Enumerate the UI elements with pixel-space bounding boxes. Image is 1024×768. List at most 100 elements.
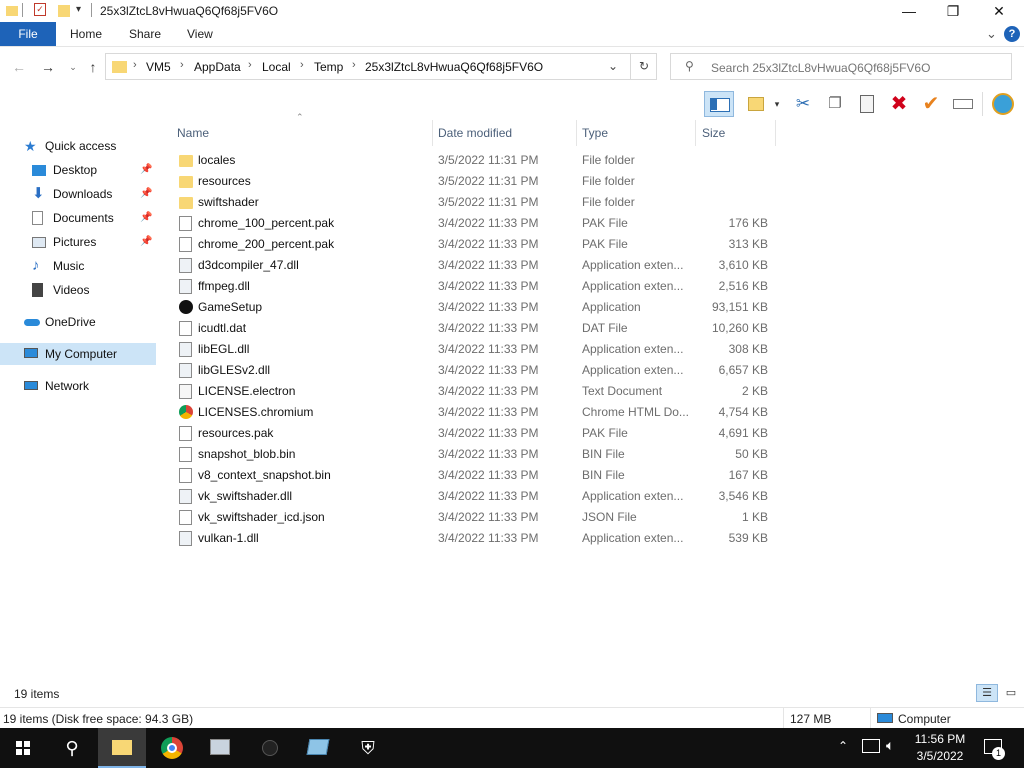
chrome-icon[interactable] (148, 728, 196, 768)
breadcrumb-appdata[interactable]: AppData (194, 60, 241, 74)
tray-chevron-up-icon[interactable]: ⌃ (838, 739, 848, 753)
file-row[interactable]: chrome_100_percent.pak 3/4/2022 11:33 PM P… (172, 213, 776, 234)
address-bar[interactable]: › VM5 › AppData › Local › Temp › 25x3lZt… (105, 53, 657, 80)
nav-my-computer[interactable]: My Computer (0, 343, 156, 365)
dropdown-chevron-icon[interactable]: ▾ (770, 91, 784, 117)
close-button[interactable]: ✕ (976, 0, 1022, 22)
preview-pane-icon[interactable] (704, 91, 734, 117)
column-header-name[interactable]: Name (177, 124, 209, 144)
pin-icon[interactable]: 📌 (140, 231, 152, 253)
tab-view[interactable]: View (187, 22, 213, 46)
file-row[interactable]: libEGL.dll 3/4/2022 11:33 PM Application e… (172, 339, 776, 360)
select-checkmark-icon[interactable]: ✔ (918, 91, 944, 117)
pin-icon[interactable]: 📌 (140, 159, 152, 181)
large-icons-view-icon[interactable]: ▭ (1002, 684, 1020, 702)
network-tray-icon[interactable] (862, 739, 880, 753)
search-box[interactable]: ⚲ (670, 53, 1012, 80)
new-folder-icon[interactable] (58, 5, 70, 17)
file-row[interactable]: swiftshader 3/5/2022 11:31 PM File folder (172, 192, 776, 213)
file-row[interactable]: chrome_200_percent.pak 3/4/2022 11:33 PM P… (172, 234, 776, 255)
copy-icon[interactable]: ❐ (822, 91, 848, 117)
address-dropdown-chevron-icon[interactable]: ⌄ (608, 59, 618, 73)
file-row[interactable]: LICENSES.chromium 3/4/2022 11:33 PM Chrome… (172, 402, 776, 423)
up-arrow-icon[interactable]: ↑ (82, 56, 104, 78)
nav-music[interactable]: ♪ Music (28, 255, 156, 277)
file-row[interactable]: vk_swiftshader_icd.json 3/4/2022 11:33 PM… (172, 507, 776, 528)
file-row[interactable]: vulkan-1.dll 3/4/2022 11:33 PM Application… (172, 528, 776, 549)
column-header-date[interactable]: Date modified (438, 124, 512, 144)
file-date: 3/5/2022 11:31 PM (438, 195, 539, 209)
new-folder-icon[interactable] (744, 91, 770, 117)
search-icon[interactable]: ⚲ (48, 728, 96, 768)
rename-icon[interactable] (950, 91, 976, 117)
file-row[interactable]: locales 3/5/2022 11:31 PM File folder (172, 150, 776, 171)
nav-downloads[interactable]: ⬇ Downloads 📌 (28, 183, 156, 205)
paste-icon[interactable] (854, 91, 880, 117)
recent-locations-chevron-icon[interactable]: ⌄ (62, 56, 84, 78)
tab-file[interactable]: File (0, 22, 56, 46)
clock[interactable]: 11:56 PM 3/5/2022 (905, 731, 975, 765)
breadcrumb-temp[interactable]: Temp (314, 60, 343, 74)
pin-icon[interactable]: 📌 (140, 207, 152, 229)
file-size: 176 KB (728, 216, 768, 230)
nav-desktop[interactable]: Desktop 📌 (28, 159, 156, 181)
file-name: ffmpeg.dll (198, 279, 250, 293)
nav-label: OneDrive (45, 315, 96, 329)
delete-icon[interactable]: ✖ (886, 91, 912, 117)
globe-icon[interactable] (990, 91, 1016, 117)
app-icon[interactable] (196, 728, 244, 768)
breadcrumb-local[interactable]: Local (262, 60, 291, 74)
refresh-icon[interactable]: ↻ (630, 53, 657, 80)
column-divider[interactable] (775, 120, 776, 146)
forward-arrow-icon[interactable]: → (37, 56, 59, 78)
expand-ribbon-icon[interactable]: ⌄ (986, 26, 997, 42)
cut-icon[interactable]: ✂ (790, 91, 816, 117)
nav-pictures[interactable]: Pictures 📌 (28, 231, 156, 253)
file-type: JSON File (582, 510, 637, 524)
customize-qat-icon[interactable]: ▾ (76, 4, 81, 15)
file-type: Application exten... (582, 489, 684, 503)
search-input[interactable] (709, 58, 1003, 77)
file-row[interactable]: v8_context_snapshot.bin 3/4/2022 11:33 PM… (172, 465, 776, 486)
nav-network[interactable]: Network (20, 375, 156, 397)
back-arrow-icon[interactable]: ← (8, 56, 30, 78)
file-row[interactable]: resources 3/5/2022 11:31 PM File folder (172, 171, 776, 192)
file-row[interactable]: libGLESv2.dll 3/4/2022 11:33 PM Applicatio… (172, 360, 776, 381)
column-header-type[interactable]: Type (582, 124, 608, 144)
file-row[interactable]: vk_swiftshader.dll 3/4/2022 11:33 PM Appli… (172, 486, 776, 507)
breadcrumb-vm5[interactable]: VM5 (146, 60, 171, 74)
game-setup-icon[interactable] (246, 728, 294, 768)
file-row[interactable]: snapshot_blob.bin 3/4/2022 11:33 PM BIN Fi… (172, 444, 776, 465)
file-row[interactable]: icudtl.dat 3/4/2022 11:33 PM DAT File 10,26… (172, 318, 776, 339)
nav-quick-access[interactable]: ★ Quick access (20, 135, 156, 157)
details-view-icon[interactable]: ☰ (976, 684, 998, 702)
pin-icon[interactable]: 📌 (140, 183, 152, 205)
folder-icon (112, 61, 127, 73)
volume-icon[interactable]: 🔈︎ (886, 737, 894, 754)
properties-icon[interactable]: ✓ (34, 3, 46, 16)
nav-onedrive[interactable]: OneDrive (20, 311, 156, 333)
app-icon[interactable] (294, 728, 342, 768)
start-windows-icon[interactable] (0, 728, 48, 768)
tab-home[interactable]: Home (70, 22, 102, 46)
column-divider[interactable] (432, 120, 433, 146)
file-row[interactable]: d3dcompiler_47.dll 3/4/2022 11:33 PM Appli… (172, 255, 776, 276)
nav-documents[interactable]: Documents 📌 (28, 207, 156, 229)
breadcrumb-current[interactable]: 25x3lZtcL8vHwuaQ6Qf68j5FV6O (365, 60, 543, 74)
minimize-button[interactable]: — (886, 0, 932, 22)
shield-icon[interactable]: ⛨ (344, 728, 392, 768)
breadcrumb-separator: › (133, 59, 137, 71)
column-divider[interactable] (695, 120, 696, 146)
network-icon (24, 381, 38, 390)
maximize-button[interactable]: ❐ (930, 0, 976, 22)
help-icon[interactable]: ? (1004, 26, 1020, 42)
nav-videos[interactable]: Videos (28, 279, 156, 301)
file-row[interactable]: resources.pak 3/4/2022 11:33 PM PAK File 4,… (172, 423, 776, 444)
column-divider[interactable] (576, 120, 577, 146)
file-row[interactable]: LICENSE.electron 3/4/2022 11:33 PM Text Do… (172, 381, 776, 402)
file-row[interactable]: GameSetup 3/4/2022 11:33 PM Application 93,… (172, 297, 776, 318)
file-explorer-icon[interactable] (98, 728, 146, 768)
column-header-size[interactable]: Size (702, 124, 725, 144)
tab-share[interactable]: Share (129, 22, 161, 46)
file-row[interactable]: ffmpeg.dll 3/4/2022 11:33 PM Application e… (172, 276, 776, 297)
